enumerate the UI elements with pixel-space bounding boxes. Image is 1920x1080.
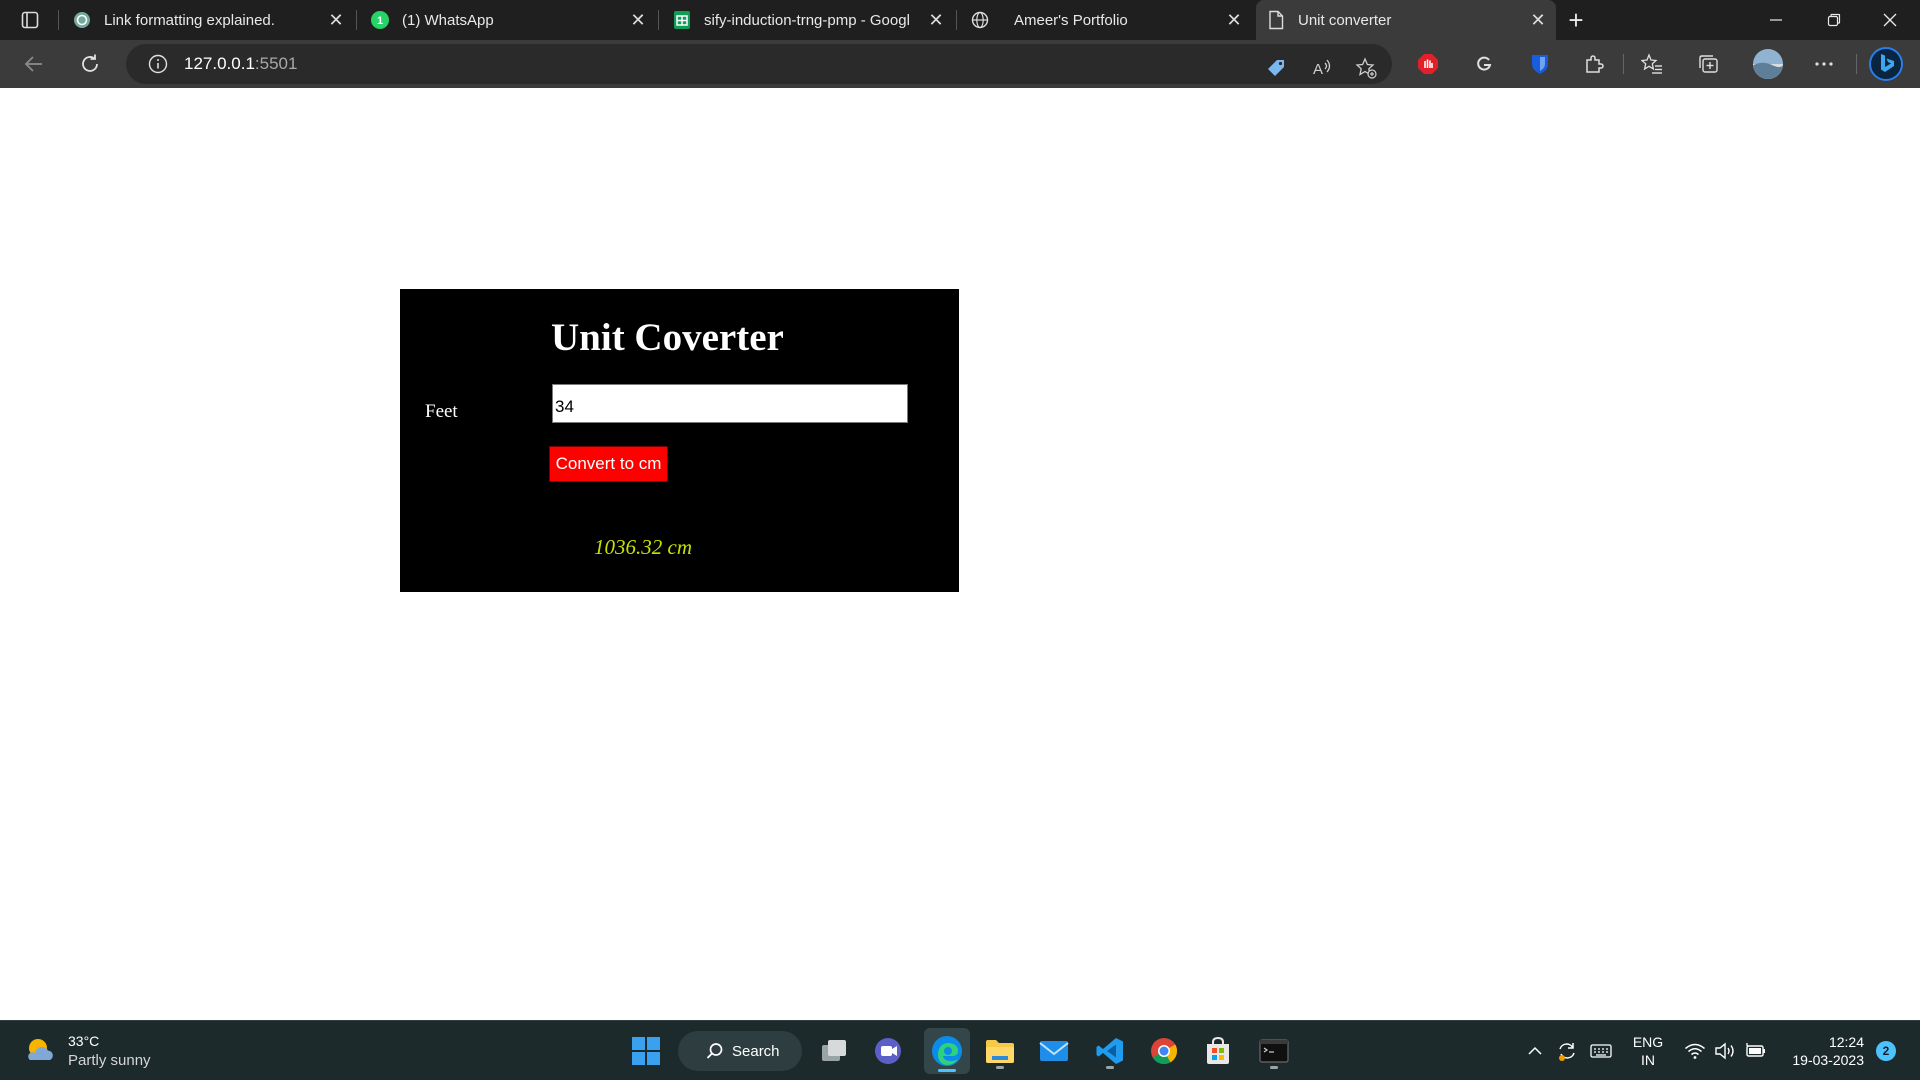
- weather-widget[interactable]: 33°C Partly sunny: [24, 1031, 151, 1071]
- input-language-indicator[interactable]: ENG IN: [1628, 1033, 1668, 1069]
- convert-button[interactable]: Convert to cm: [549, 446, 668, 482]
- url-port: :5501: [254, 54, 298, 73]
- bitwarden-extension-icon[interactable]: [1524, 48, 1556, 80]
- taskbar-search[interactable]: Search: [678, 1031, 802, 1071]
- tab-separator: [356, 10, 357, 30]
- close-tab-icon[interactable]: ✕: [324, 8, 348, 32]
- feet-input[interactable]: 34: [552, 384, 908, 423]
- tab-ameers-portfolio[interactable]: Ameer's Portfolio ✕: [960, 4, 1252, 36]
- restore-button[interactable]: [1806, 0, 1862, 40]
- page-icon: [1266, 10, 1286, 30]
- svg-text:1: 1: [377, 15, 383, 27]
- teams-chat-icon[interactable]: [868, 1031, 908, 1071]
- converter-title: Unit Coverter: [551, 316, 784, 359]
- volume-icon[interactable]: [1710, 1035, 1740, 1067]
- close-tab-icon[interactable]: ✕: [1526, 8, 1550, 32]
- url-host: 127.0.0.1: [184, 54, 255, 73]
- chatgpt-icon: [72, 10, 92, 30]
- file-explorer-icon[interactable]: [980, 1031, 1020, 1071]
- windows-taskbar: 33°C Partly sunny Search ENG IN 12:24 19…: [0, 1020, 1920, 1080]
- weather-desc: Partly sunny: [68, 1052, 151, 1069]
- page-content: Unit Coverter Feet 34 Convert to cm 1036…: [0, 88, 1920, 1020]
- close-tab-icon[interactable]: ✕: [924, 8, 948, 32]
- tab-title: sify-induction-trng-pmp - Googl: [704, 11, 910, 29]
- address-url: 127.0.0.1:5501: [184, 54, 297, 74]
- favorites-icon[interactable]: [1636, 48, 1668, 80]
- terminal-icon[interactable]: [1254, 1031, 1294, 1071]
- browser-tab-strip: Link formatting explained. ✕ 1 (1) Whats…: [0, 0, 1920, 40]
- bing-chat-icon[interactable]: [1866, 44, 1906, 84]
- adblock-extension-icon[interactable]: [1412, 48, 1444, 80]
- tab-separator: [58, 10, 59, 30]
- refresh-icon[interactable]: [74, 48, 106, 80]
- chrome-icon[interactable]: [1144, 1031, 1184, 1071]
- search-label: Search: [732, 1042, 780, 1060]
- running-app-indicator: [996, 1066, 1004, 1069]
- close-tab-icon[interactable]: ✕: [626, 8, 650, 32]
- language-code: ENG: [1632, 1034, 1664, 1050]
- microsoft-store-icon[interactable]: [1198, 1031, 1238, 1071]
- add-favorite-icon[interactable]: [1350, 52, 1382, 84]
- weather-text: 33°C Partly sunny: [68, 1031, 151, 1071]
- partly-sunny-icon: [24, 1033, 56, 1070]
- tab-whatsapp[interactable]: 1 (1) WhatsApp ✕: [360, 4, 656, 36]
- toolbar-separator: [1856, 54, 1857, 74]
- feet-label: Feet: [425, 401, 458, 422]
- tab-actions-icon[interactable]: [14, 8, 46, 32]
- running-app-indicator: [1106, 1066, 1114, 1069]
- show-hidden-icons-chevron[interactable]: [1520, 1035, 1550, 1067]
- toolbar-separator: [1623, 54, 1624, 74]
- tab-unit-converter[interactable]: Unit converter ✕: [1256, 0, 1556, 40]
- vscode-icon[interactable]: [1090, 1031, 1130, 1071]
- tab-separator: [658, 10, 659, 30]
- read-aloud-icon[interactable]: A: [1306, 52, 1338, 84]
- clock-time: 12:24: [1828, 1034, 1864, 1050]
- unit-converter-panel: Unit Coverter Feet 34 Convert to cm 1036…: [400, 289, 959, 592]
- shopping-tag-icon[interactable]: [1260, 52, 1292, 84]
- language-region: IN: [1641, 1052, 1655, 1068]
- tab-title: Unit converter: [1298, 11, 1392, 29]
- battery-charging-icon[interactable]: [1740, 1035, 1770, 1067]
- sync-status-icon[interactable]: [1552, 1035, 1582, 1067]
- close-tab-icon[interactable]: ✕: [1222, 8, 1246, 32]
- tab-link-formatting[interactable]: Link formatting explained. ✕: [62, 4, 354, 36]
- tab-google-sheets[interactable]: sify-induction-trng-pmp - Googl ✕: [662, 4, 954, 36]
- task-view-icon[interactable]: [814, 1031, 854, 1071]
- notification-badge[interactable]: 2: [1876, 1041, 1896, 1061]
- google-sheets-icon: [672, 10, 692, 30]
- weather-temp: 33°C: [68, 1033, 100, 1049]
- whatsapp-icon: 1: [370, 10, 390, 30]
- browser-toolbar: 127.0.0.1:5501 A: [0, 40, 1920, 88]
- mail-icon[interactable]: [1034, 1031, 1074, 1071]
- start-button[interactable]: [626, 1031, 666, 1071]
- tab-title: Ameer's Portfolio: [1014, 11, 1128, 29]
- address-bar[interactable]: 127.0.0.1:5501 A: [126, 44, 1392, 84]
- edge-browser-icon[interactable]: [924, 1028, 970, 1074]
- globe-icon: [970, 10, 990, 30]
- tab-separator: [956, 10, 957, 30]
- new-tab-button[interactable]: +: [1562, 5, 1590, 35]
- search-icon: [706, 1042, 724, 1060]
- close-window-button[interactable]: [1862, 0, 1918, 40]
- active-app-indicator: [938, 1069, 956, 1072]
- clock-date: 19-03-2023: [1792, 1052, 1864, 1068]
- collections-icon[interactable]: [1692, 48, 1724, 80]
- back-arrow-icon[interactable]: [18, 48, 50, 80]
- tab-title: Link formatting explained.: [104, 11, 275, 29]
- conversion-result: 1036.32 cm: [594, 535, 692, 559]
- touch-keyboard-icon[interactable]: [1586, 1035, 1616, 1067]
- running-app-indicator: [1270, 1066, 1278, 1069]
- profile-avatar[interactable]: [1750, 48, 1786, 80]
- more-options-icon[interactable]: [1808, 48, 1840, 80]
- extensions-icon[interactable]: [1578, 48, 1610, 80]
- site-info-icon[interactable]: [146, 52, 170, 76]
- tab-title: (1) WhatsApp: [402, 11, 494, 29]
- svg-text:A: A: [1313, 61, 1323, 78]
- system-clock[interactable]: 12:24 19-03-2023: [1774, 1033, 1864, 1069]
- minimize-button[interactable]: [1748, 0, 1804, 40]
- grammarly-extension-icon[interactable]: [1468, 48, 1500, 80]
- wifi-icon[interactable]: [1680, 1035, 1710, 1067]
